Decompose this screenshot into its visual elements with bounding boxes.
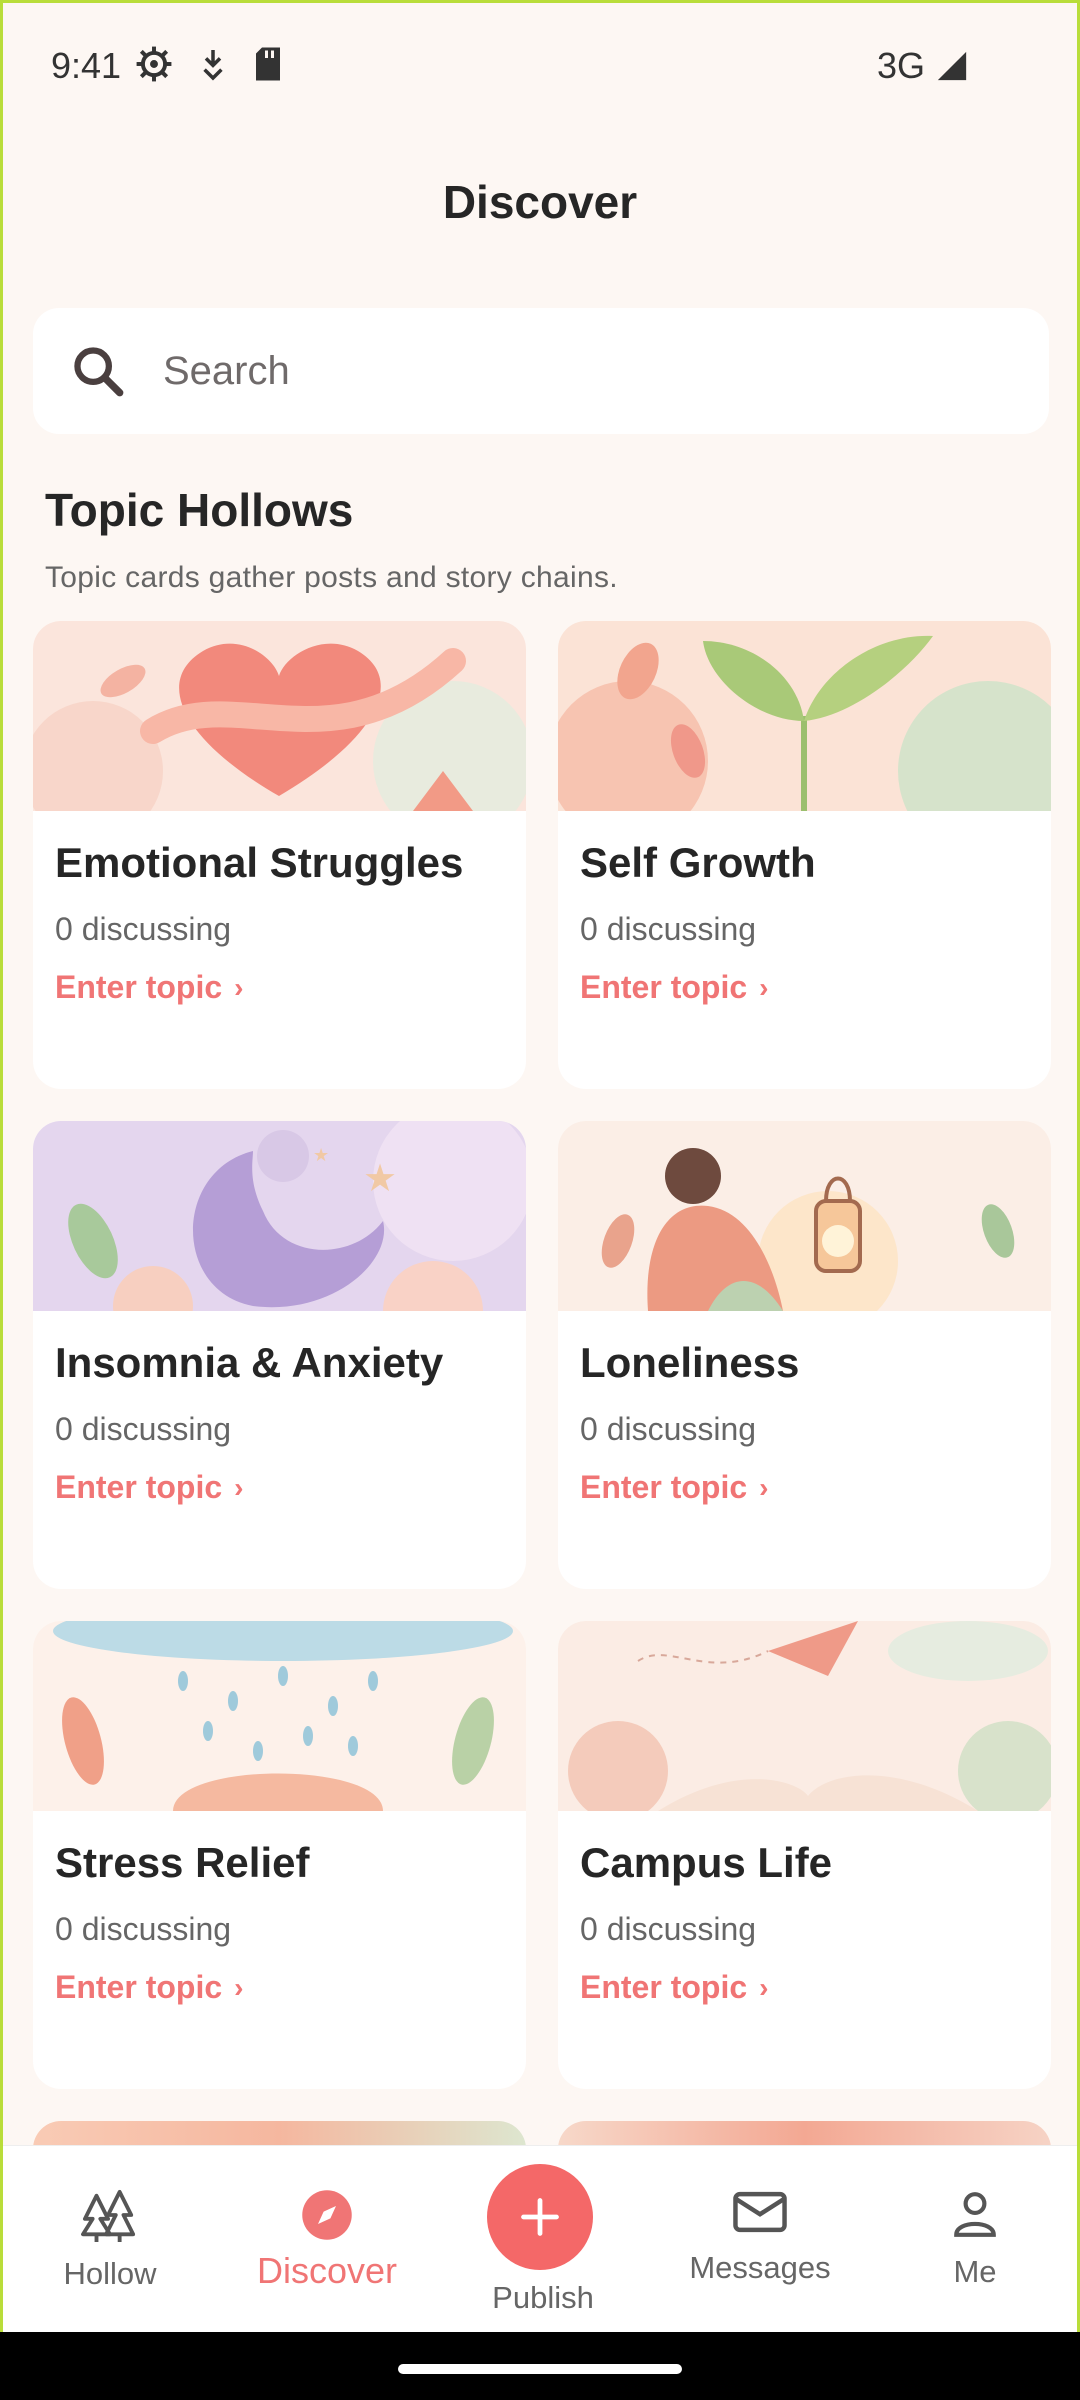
heart-ribbon-illustration — [33, 621, 526, 811]
search-bar[interactable] — [33, 308, 1049, 434]
section-title: Topic Hollows — [45, 484, 354, 536]
nav-label: Messages — [689, 2250, 831, 2285]
card-count: 0 discussing — [580, 1411, 757, 1447]
card-title: Self Growth — [580, 839, 816, 886]
card-count: 0 discussing — [55, 1411, 232, 1447]
topic-card[interactable]: Stress Relief 0 discussing Enter topic › — [33, 1621, 526, 2089]
publish-fab[interactable] — [487, 2164, 593, 2270]
enter-topic-link[interactable]: Enter topic › — [55, 1969, 243, 2006]
chevron-right-icon: › — [234, 1971, 244, 2003]
nav-label: Me — [953, 2254, 997, 2289]
topic-card[interactable]: Loneliness 0 discussing Enter topic › — [558, 1121, 1051, 1589]
network-type: 3G — [876, 45, 925, 86]
sleeping-moon-illustration: ★ ★ — [33, 1121, 526, 1311]
chevron-right-icon: › — [759, 1971, 769, 2003]
nav-item-me[interactable]: Me — [885, 2146, 1065, 2332]
card-title: Stress Relief — [55, 1839, 310, 1886]
enter-topic-label: Enter topic — [55, 1469, 223, 1505]
enter-topic-link[interactable]: Enter topic › — [55, 1469, 243, 1506]
topic-card[interactable]: Campus Life 0 discussing Enter topic › — [558, 1621, 1051, 2089]
sd-card-icon — [256, 47, 280, 81]
trees-icon — [81, 2189, 136, 2242]
search-input[interactable] — [163, 348, 983, 394]
sprout-illustration — [558, 621, 1051, 811]
download-icon — [203, 50, 223, 81]
enter-topic-link[interactable]: Enter topic › — [580, 1469, 768, 1506]
status-icons — [135, 45, 283, 83]
card-title: Loneliness — [580, 1339, 800, 1386]
card-count: 0 discussing — [580, 1911, 757, 1947]
nav-label: Hollow — [63, 2256, 157, 2291]
nav-item-hollow[interactable]: Hollow — [20, 2146, 200, 2332]
bottom-navigation: Hollow Discover Publish Messages Me — [3, 2145, 1077, 2332]
rain-cloud-illustration — [33, 1621, 526, 1811]
nav-label: Publish — [492, 2280, 594, 2315]
status-time: 9:41 — [51, 45, 122, 86]
topic-card[interactable]: Self Growth 0 discussing Enter topic › — [558, 621, 1051, 1089]
compass-icon — [302, 2190, 352, 2240]
chevron-right-icon: › — [759, 1471, 769, 1503]
paper-plane-book-illustration — [558, 1621, 1051, 1811]
nav-label: Discover — [256, 2250, 398, 2291]
settings-icon — [136, 46, 172, 82]
topic-card[interactable]: Emotional Struggles 0 discussing Enter t… — [33, 621, 526, 1089]
page-title: Discover — [442, 176, 638, 228]
card-count: 0 discussing — [55, 911, 232, 947]
card-title: Campus Life — [580, 1839, 833, 1886]
chevron-right-icon: › — [759, 971, 769, 1003]
card-title: Emotional Struggles — [55, 839, 464, 886]
section-subtitle: Topic cards gather posts and story chain… — [45, 561, 618, 594]
enter-topic-label: Enter topic — [580, 969, 748, 1005]
mail-icon — [733, 2191, 787, 2233]
discover-screen: 9:41 3G Discover Search Topic Hollows To… — [0, 0, 1080, 2332]
signal-icon — [937, 51, 967, 81]
search-icon — [74, 347, 124, 397]
enter-topic-label: Enter topic — [55, 1969, 223, 2005]
enter-topic-link[interactable]: Enter topic › — [580, 1969, 768, 2006]
person-icon — [954, 2192, 996, 2237]
chevron-right-icon: › — [234, 1471, 244, 1503]
topic-card[interactable]: ★ ★ Insomnia & Anxiety 0 discussing Ente… — [33, 1121, 526, 1589]
girl-lantern-illustration — [558, 1121, 1051, 1311]
status-right: 3G — [877, 45, 969, 87]
svg-text:★: ★ — [313, 1145, 329, 1166]
enter-topic-label: Enter topic — [580, 1469, 748, 1505]
card-title: Insomnia & Anxiety — [55, 1339, 444, 1386]
topic-grid: Emotional Struggles 0 discussing Enter t… — [33, 621, 1053, 2089]
nav-item-discover[interactable]: Discover — [237, 2146, 417, 2332]
nav-item-messages[interactable]: Messages — [670, 2146, 850, 2332]
enter-topic-link[interactable]: Enter topic › — [580, 969, 768, 1006]
gesture-handle[interactable] — [398, 2364, 682, 2374]
enter-topic-link[interactable]: Enter topic › — [55, 969, 243, 1006]
enter-topic-label: Enter topic — [55, 969, 223, 1005]
svg-text:★: ★ — [363, 1156, 397, 1200]
chevron-right-icon: › — [234, 971, 244, 1003]
card-count: 0 discussing — [580, 911, 757, 947]
card-count: 0 discussing — [55, 1911, 232, 1947]
plus-icon — [521, 2198, 559, 2236]
enter-topic-label: Enter topic — [580, 1969, 748, 2005]
status-bar: 9:41 3G — [3, 3, 1077, 133]
